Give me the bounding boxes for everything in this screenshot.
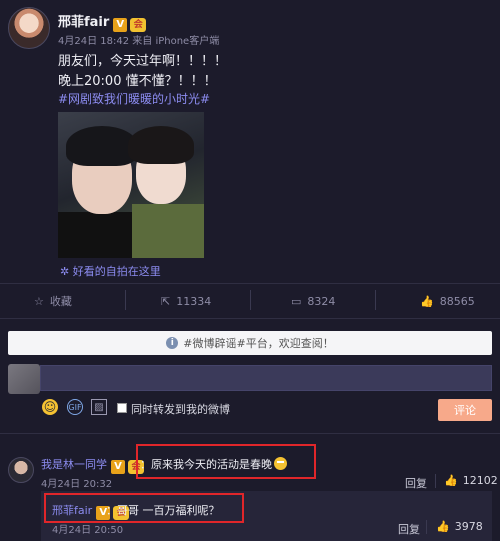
- divider: [426, 520, 427, 534]
- divider: [0, 283, 500, 284]
- divider: [250, 290, 251, 310]
- author-name[interactable]: 邢菲fair V 会: [58, 11, 147, 32]
- thumbs-up-icon: 👍: [444, 474, 458, 487]
- comment-button[interactable]: ▭ 8324: [291, 291, 335, 311]
- reply-like-button[interactable]: 👍 3978: [436, 520, 483, 533]
- comment-icon: ▭: [291, 294, 302, 308]
- verified-badge-icon: V: [113, 18, 128, 32]
- commenter-avatar[interactable]: [8, 457, 34, 483]
- post-photo[interactable]: [58, 112, 204, 258]
- post-text-line-1: 朋友们，今天过年啊！！！！: [58, 54, 228, 69]
- reply-link[interactable]: 回复: [398, 521, 420, 537]
- info-icon: i: [166, 337, 179, 349]
- repost-count: 11334: [176, 294, 212, 308]
- divider: [375, 290, 376, 310]
- forward-checkbox[interactable]: [117, 403, 127, 413]
- reply-timestamp: 4月24日 20:50: [52, 525, 124, 536]
- comment-count: 8324: [307, 294, 336, 308]
- sparkle-icon: ✲: [60, 265, 70, 278]
- photo-figure-hair: [128, 126, 194, 164]
- rumor-notice-banner[interactable]: i #微博辟谣#平台，欢迎查阅！: [8, 331, 492, 355]
- like-button[interactable]: 👍 88565: [420, 291, 475, 311]
- star-icon: ☆: [34, 294, 44, 308]
- favorite-label: 收藏: [49, 295, 72, 308]
- post-meta: 4月24日 18:42 来自 iPhone客户端: [58, 32, 219, 47]
- notice-text[interactable]: #微博辟谣#平台，欢迎查阅！: [183, 335, 333, 351]
- member-crown-icon: 会: [130, 18, 147, 32]
- reply-like-count: 3978: [454, 520, 483, 533]
- thumbs-up-icon: 👍: [436, 520, 450, 533]
- reply-link[interactable]: 回复: [405, 475, 427, 491]
- author-avatar[interactable]: [8, 7, 50, 49]
- image-icon[interactable]: ▨: [91, 399, 107, 415]
- comment-like-button[interactable]: 👍 12102: [444, 474, 498, 487]
- post-hashtag[interactable]: #网剧致我们暖暖的小时光#: [58, 90, 210, 107]
- photo-caption[interactable]: ✲ 好看的自拍在这里: [60, 263, 161, 279]
- divider: [0, 433, 500, 434]
- favorite-button[interactable]: ☆ 收藏: [34, 291, 72, 311]
- post-timestamp[interactable]: 4月24日 18:42: [58, 36, 129, 47]
- post-text-line-2: 晚上20:00 懂不懂？！！！: [58, 74, 217, 89]
- highlight-box: [44, 493, 244, 523]
- forward-label: 同时转发到我的微博: [131, 403, 230, 416]
- comment-author[interactable]: 我是林一同学 V 会: [41, 456, 144, 474]
- divider: [435, 474, 436, 488]
- gif-icon[interactable]: GIF: [67, 399, 83, 415]
- repost-button[interactable]: ⇱ 11334: [161, 291, 211, 311]
- post-source: 来自 iPhone客户端: [132, 36, 220, 47]
- photo-caption-text[interactable]: 好看的自拍在这里: [73, 265, 161, 278]
- comment-like-count: 12102: [462, 474, 498, 487]
- repost-icon: ⇱: [161, 294, 171, 308]
- thumbs-up-icon: 👍: [420, 294, 434, 308]
- current-user-avatar: [8, 364, 40, 394]
- emoji-icon[interactable]: ☺: [42, 399, 58, 415]
- author-name-text[interactable]: 邢菲fair: [58, 15, 109, 30]
- comment-author-name[interactable]: 我是林一同学: [41, 458, 107, 471]
- photo-figure-jacket: [132, 204, 204, 258]
- highlight-box: [136, 444, 316, 479]
- divider: [125, 290, 126, 310]
- divider: [0, 318, 500, 319]
- comment-timestamp: 4月24日 20:32: [41, 479, 113, 490]
- verified-badge-icon: V: [111, 460, 125, 474]
- like-count: 88565: [439, 294, 475, 308]
- photo-figure-jacket: [58, 212, 138, 258]
- comment-input[interactable]: [40, 365, 492, 391]
- submit-comment-button[interactable]: 评论: [438, 399, 492, 421]
